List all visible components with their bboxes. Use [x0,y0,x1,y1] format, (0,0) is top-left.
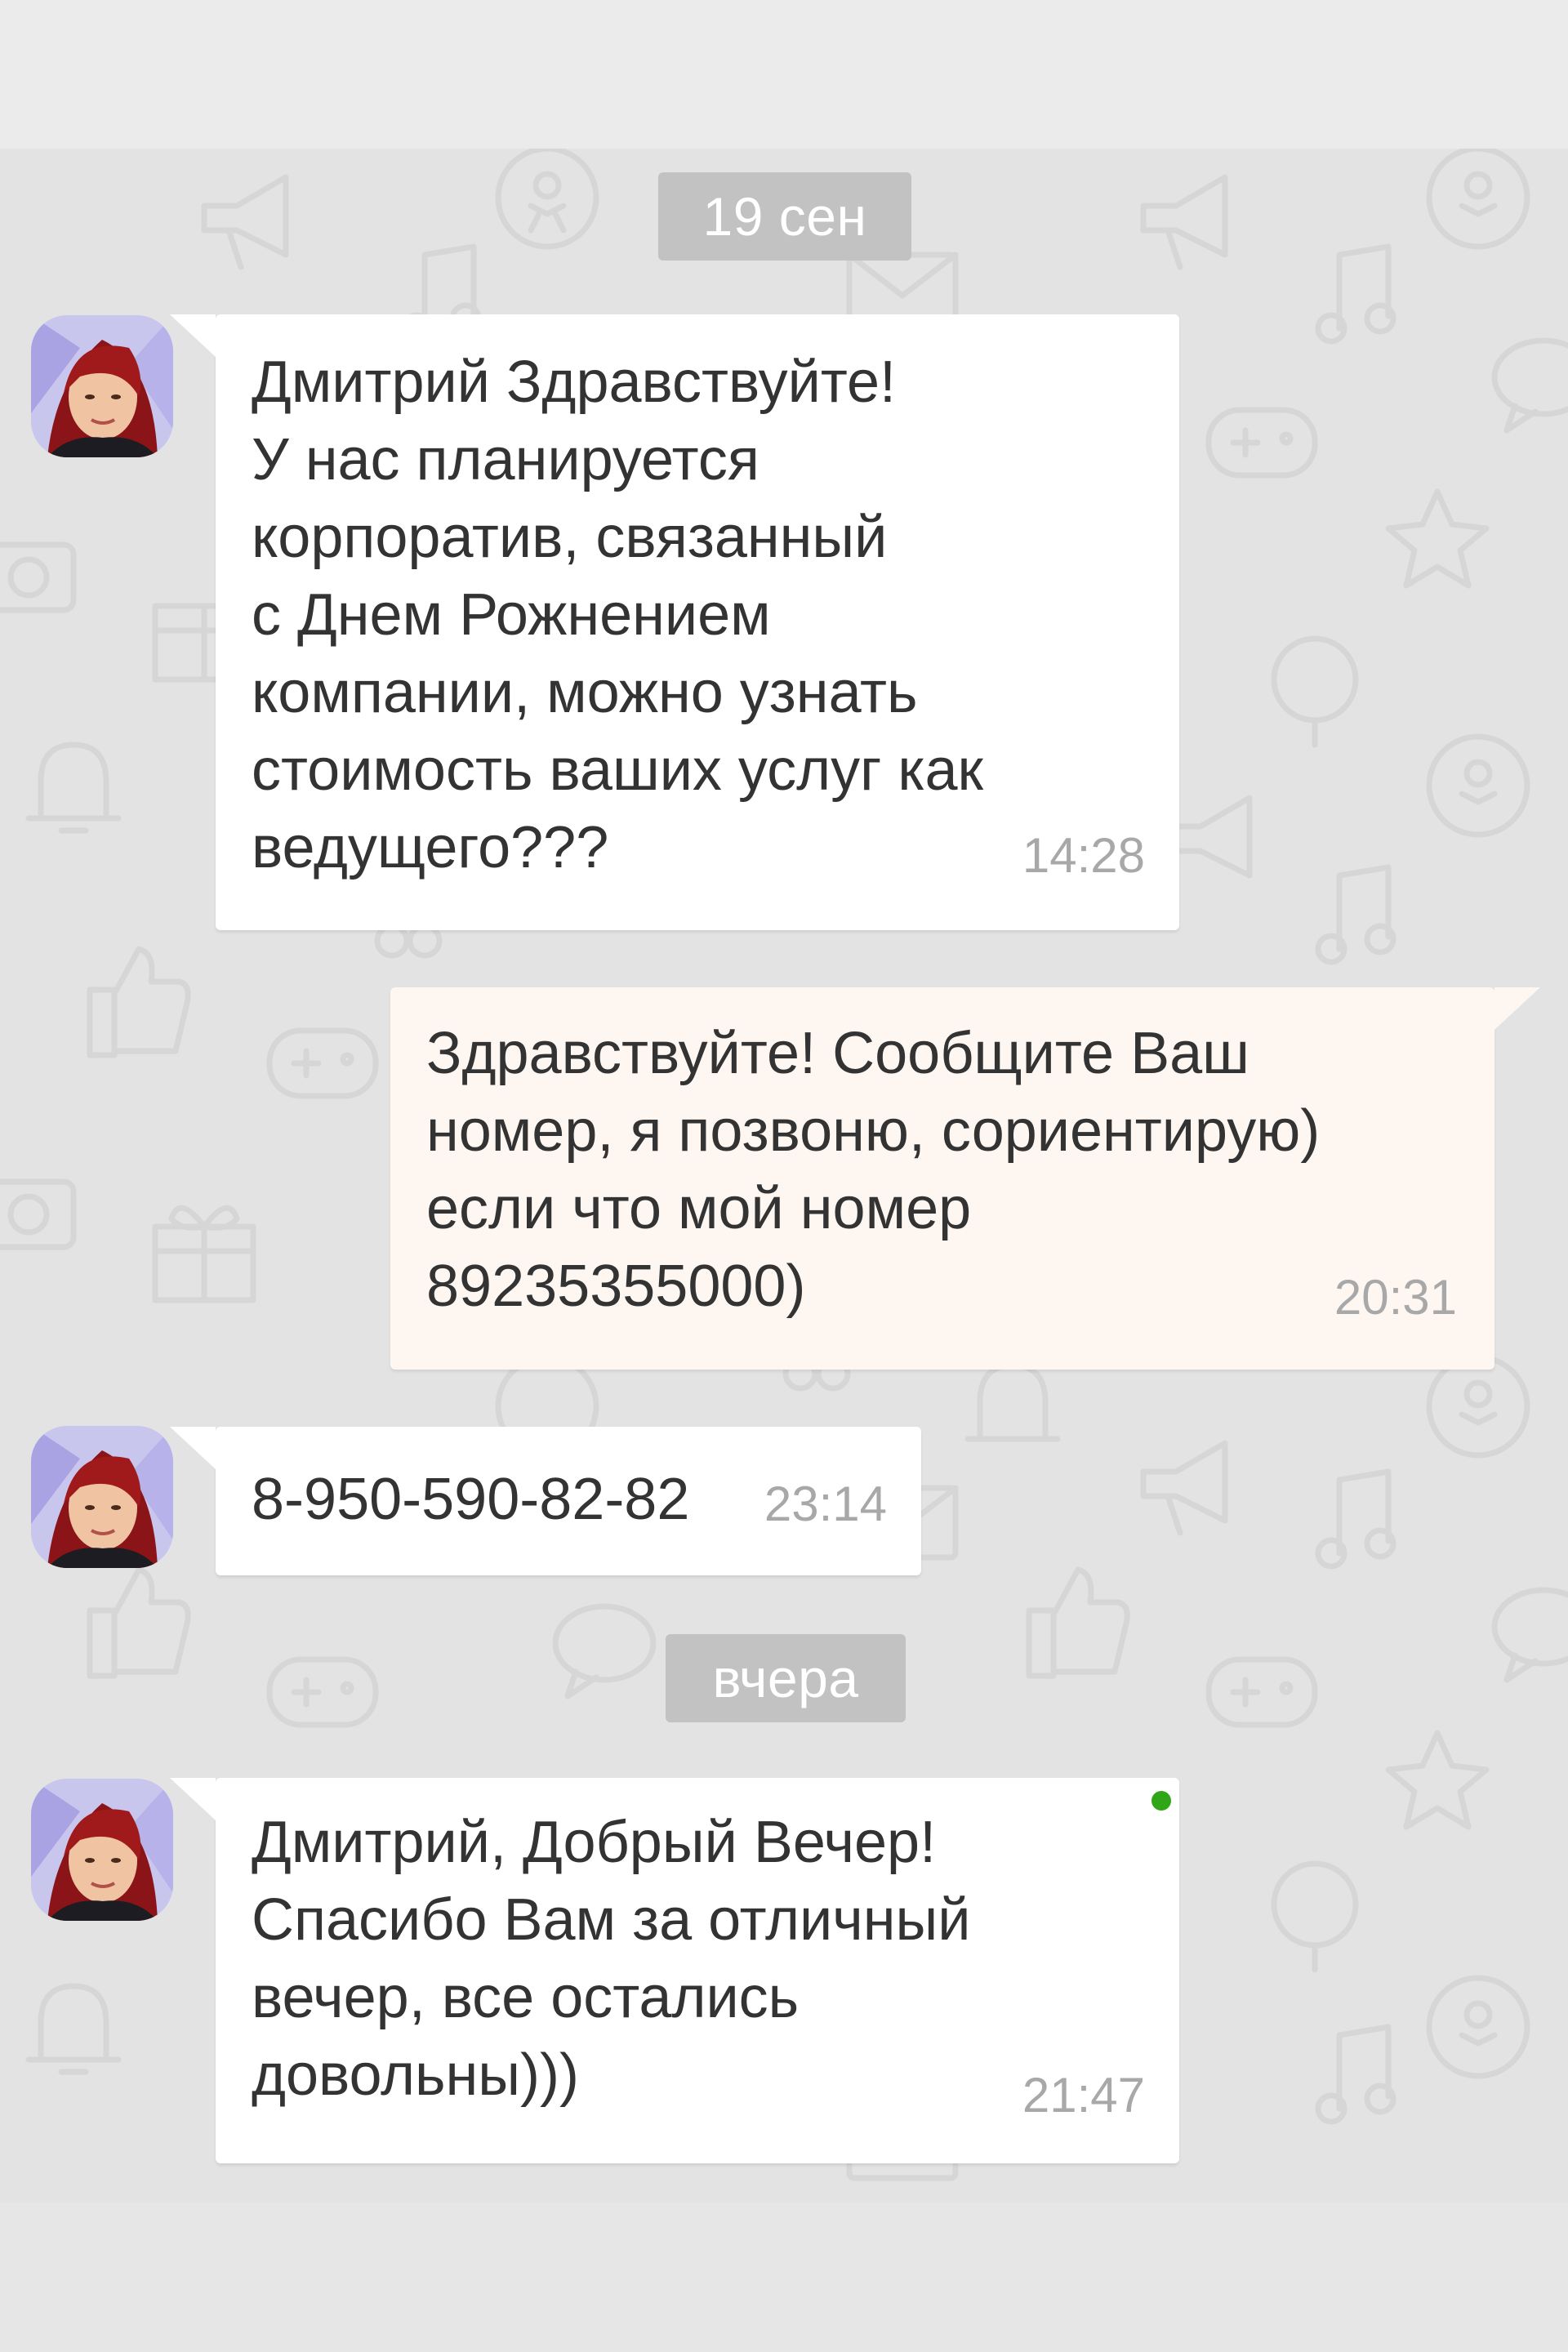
date-separator-label: 19 сен [702,186,867,247]
message-time: 21:47 [1022,2068,1145,2123]
gamepad-icon [266,1656,379,1728]
message-time: 23:14 [764,1477,887,1531]
music-note-icon [1315,243,1396,345]
megaphone-icon [1140,1440,1228,1536]
contact-avatar[interactable] [31,1779,173,1921]
date-separator: вчера [666,1634,906,1722]
ok-logo-icon [1426,1354,1530,1459]
music-note-icon [1315,2024,1396,2125]
ring-icon [374,923,443,959]
online-indicator [1152,1791,1171,1811]
bell-icon [25,742,122,834]
ok-logo-icon [1426,1975,1530,2079]
speech-bubble-icon [1491,1587,1568,1683]
megaphone-icon [201,174,289,270]
speech-bubble-icon [552,1603,657,1699]
message-bubble-incoming[interactable]: Дмитрий Здравствуйте! У нас планируется … [170,314,1179,930]
camera-icon [0,541,77,613]
star-icon [1385,488,1490,589]
megaphone-icon [1165,795,1253,879]
message-text: Здравствуйте! Сообщите Ваш номер, я позв… [426,1021,1321,1319]
gift-icon [152,1205,256,1303]
gamepad-icon [1205,407,1318,479]
ok-logo-icon [1426,149,1530,250]
camera-icon [0,1178,77,1250]
date-separator-label: вчера [712,1648,859,1708]
message-bubble-incoming[interactable]: 8-950-590-82-82 23:14 [170,1427,921,1575]
message-time: 20:31 [1334,1270,1457,1325]
ok-logo-icon [1426,733,1530,838]
thumbs-up-icon [87,1566,191,1679]
thumbs-up-icon [1026,1566,1130,1679]
chat-area[interactable]: 19 сен Дмитрий Здравствуйте! У нас плани… [0,149,1568,2203]
balloon-icon [1271,635,1359,748]
thumbs-up-icon [87,946,191,1058]
avatar-image [31,1779,173,1921]
megaphone-icon [1140,174,1228,270]
balloon-icon [1271,1860,1359,1973]
message-text: 8-950-590-82-82 [252,1467,690,1532]
message-text: Дмитрий, Добрый Вечер! Спасибо Вам за от… [252,1810,971,2108]
contact-avatar[interactable] [31,1426,173,1568]
top-margin [0,0,1568,149]
star-icon [1385,1730,1490,1830]
contact-avatar[interactable] [31,315,173,457]
message-bubble-incoming[interactable]: Дмитрий, Добрый Вечер! Спасибо Вам за от… [170,1778,1179,2163]
music-note-icon [1315,1468,1396,1570]
gamepad-icon [266,1027,379,1099]
message-time: 14:28 [1022,828,1145,883]
bell-icon [25,1983,122,2075]
message-text: Дмитрий Здравствуйте! У нас планируется … [252,350,984,880]
date-separator: 19 сен [658,172,911,261]
bell-icon [964,1362,1061,1442]
music-note-icon [1315,864,1396,965]
gamepad-icon [1205,1656,1318,1728]
avatar-image [31,1426,173,1568]
speech-bubble-icon [1491,337,1568,434]
ok-logo-icon [495,149,599,250]
message-bubble-outgoing[interactable]: Здравствуйте! Сообщите Ваш номер, я позв… [390,987,1540,1370]
bottom-margin [0,2203,1568,2352]
avatar-image [31,315,173,457]
